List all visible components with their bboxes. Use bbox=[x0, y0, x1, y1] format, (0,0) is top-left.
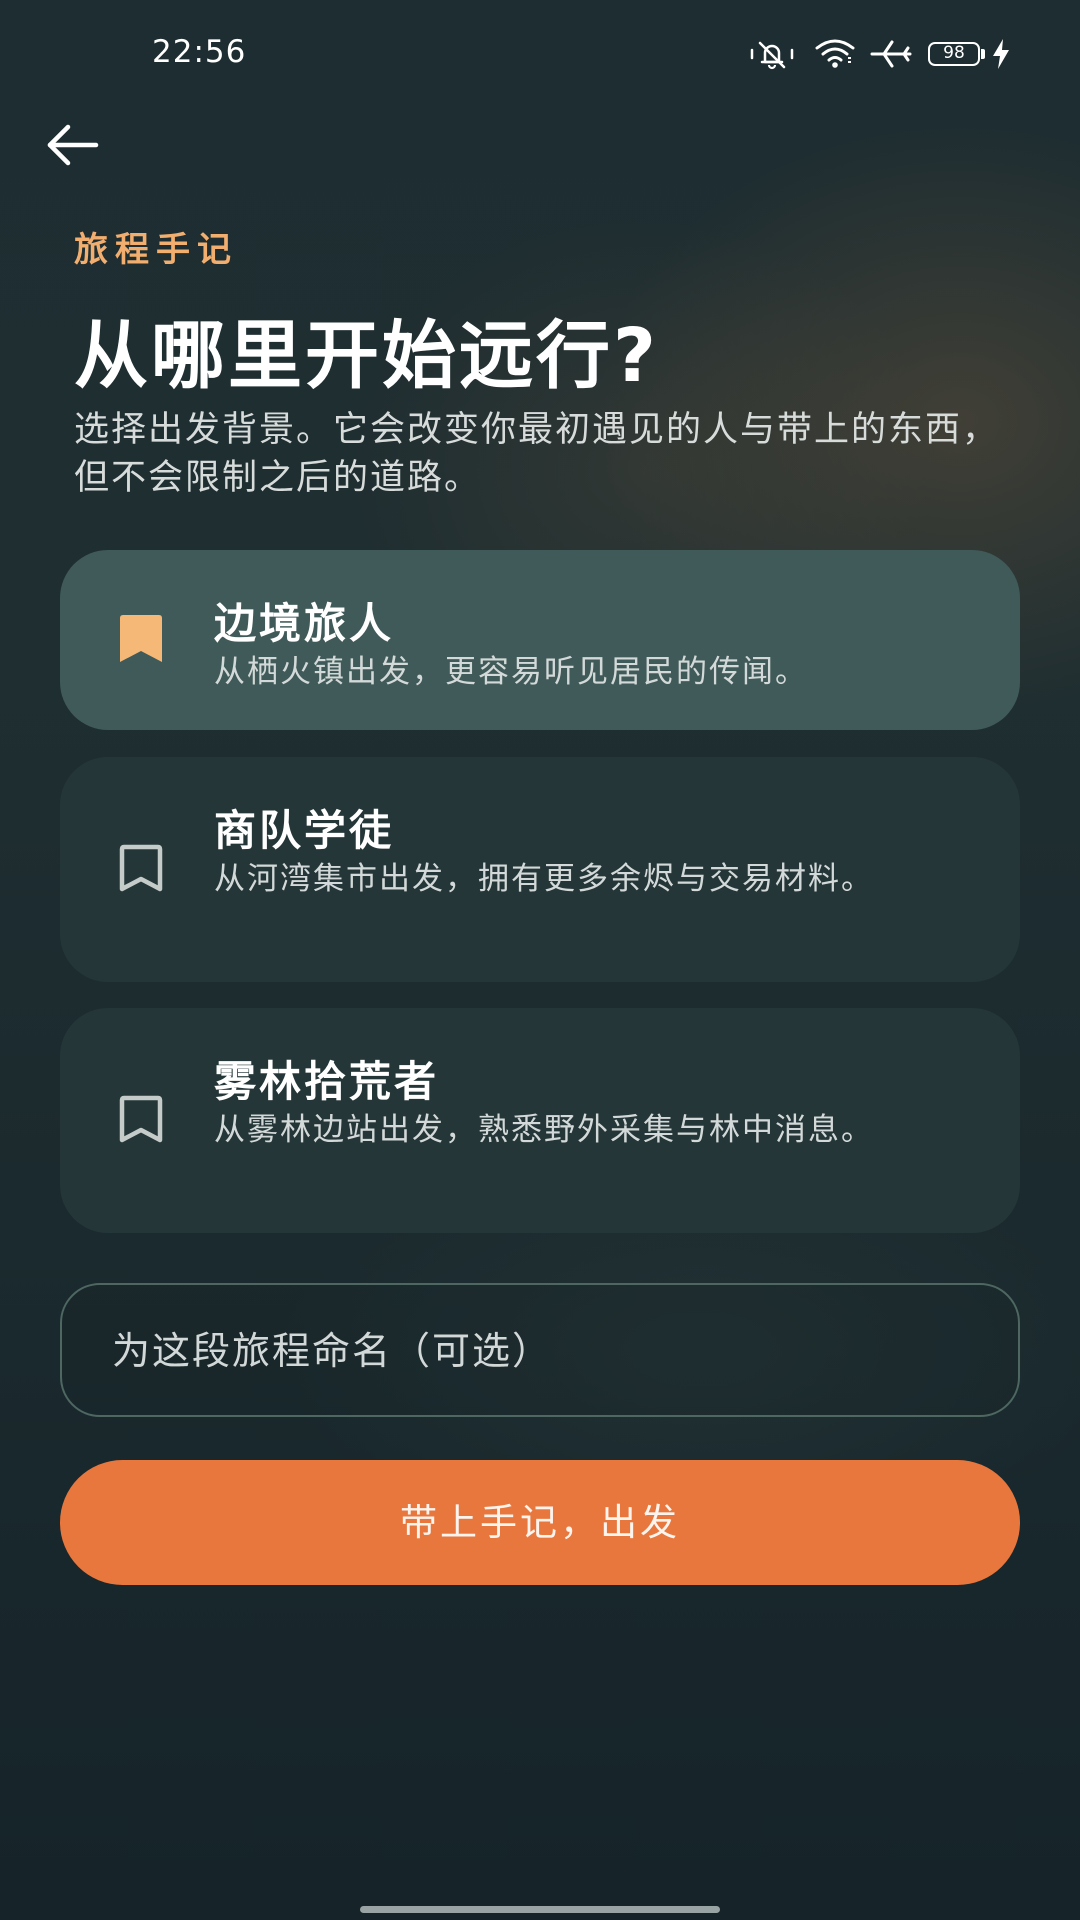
bell-muted-icon bbox=[750, 41, 794, 70]
option-title: 雾林拾荒者 bbox=[214, 1057, 440, 1106]
option-description: 从栖火镇出发，更容易听见居民的传闻。 bbox=[214, 654, 808, 690]
airplane-icon bbox=[870, 40, 912, 68]
option-card-border-traveler[interactable] bbox=[60, 550, 1020, 730]
option-description: 从河湾集市出发，拥有更多余烬与交易材料。 bbox=[214, 861, 874, 897]
journey-name-input[interactable] bbox=[110, 1285, 974, 1417]
battery-tip bbox=[981, 49, 985, 59]
depart-button[interactable]: 带上手记，出发 bbox=[60, 1460, 1020, 1585]
option-title: 商队学徒 bbox=[214, 806, 395, 855]
page-title: 从哪里开始远行? bbox=[74, 313, 659, 399]
arrow-left-icon[interactable] bbox=[44, 120, 104, 170]
journey-setup-screen: 22:56 98 旅程手记 从哪里开始远行? 选择出发背景。它会改变你最初遇见的… bbox=[0, 0, 1080, 1920]
section-eyebrow: 旅程手记 bbox=[74, 230, 238, 270]
journey-name-field bbox=[60, 1283, 1020, 1417]
page-description: 选择出发背景。它会改变你最初遇见的人与带上的东西，但不会限制之后的道路。 bbox=[74, 410, 1000, 498]
battery-icon: 98 bbox=[928, 42, 980, 66]
bookmark-outline-icon bbox=[119, 844, 163, 892]
wifi-icon bbox=[815, 39, 855, 68]
charging-bolt-icon bbox=[993, 39, 1009, 69]
option-title: 边境旅人 bbox=[214, 599, 395, 648]
status-bar: 22:56 98 bbox=[0, 0, 1080, 110]
bookmark-outline-icon bbox=[119, 1095, 163, 1143]
option-description: 从雾林边站出发，熟悉野外采集与林中消息。 bbox=[214, 1112, 874, 1148]
home-indicator[interactable] bbox=[360, 1906, 720, 1913]
bookmark-filled-icon bbox=[120, 615, 162, 662]
status-time: 22:56 bbox=[152, 34, 247, 70]
